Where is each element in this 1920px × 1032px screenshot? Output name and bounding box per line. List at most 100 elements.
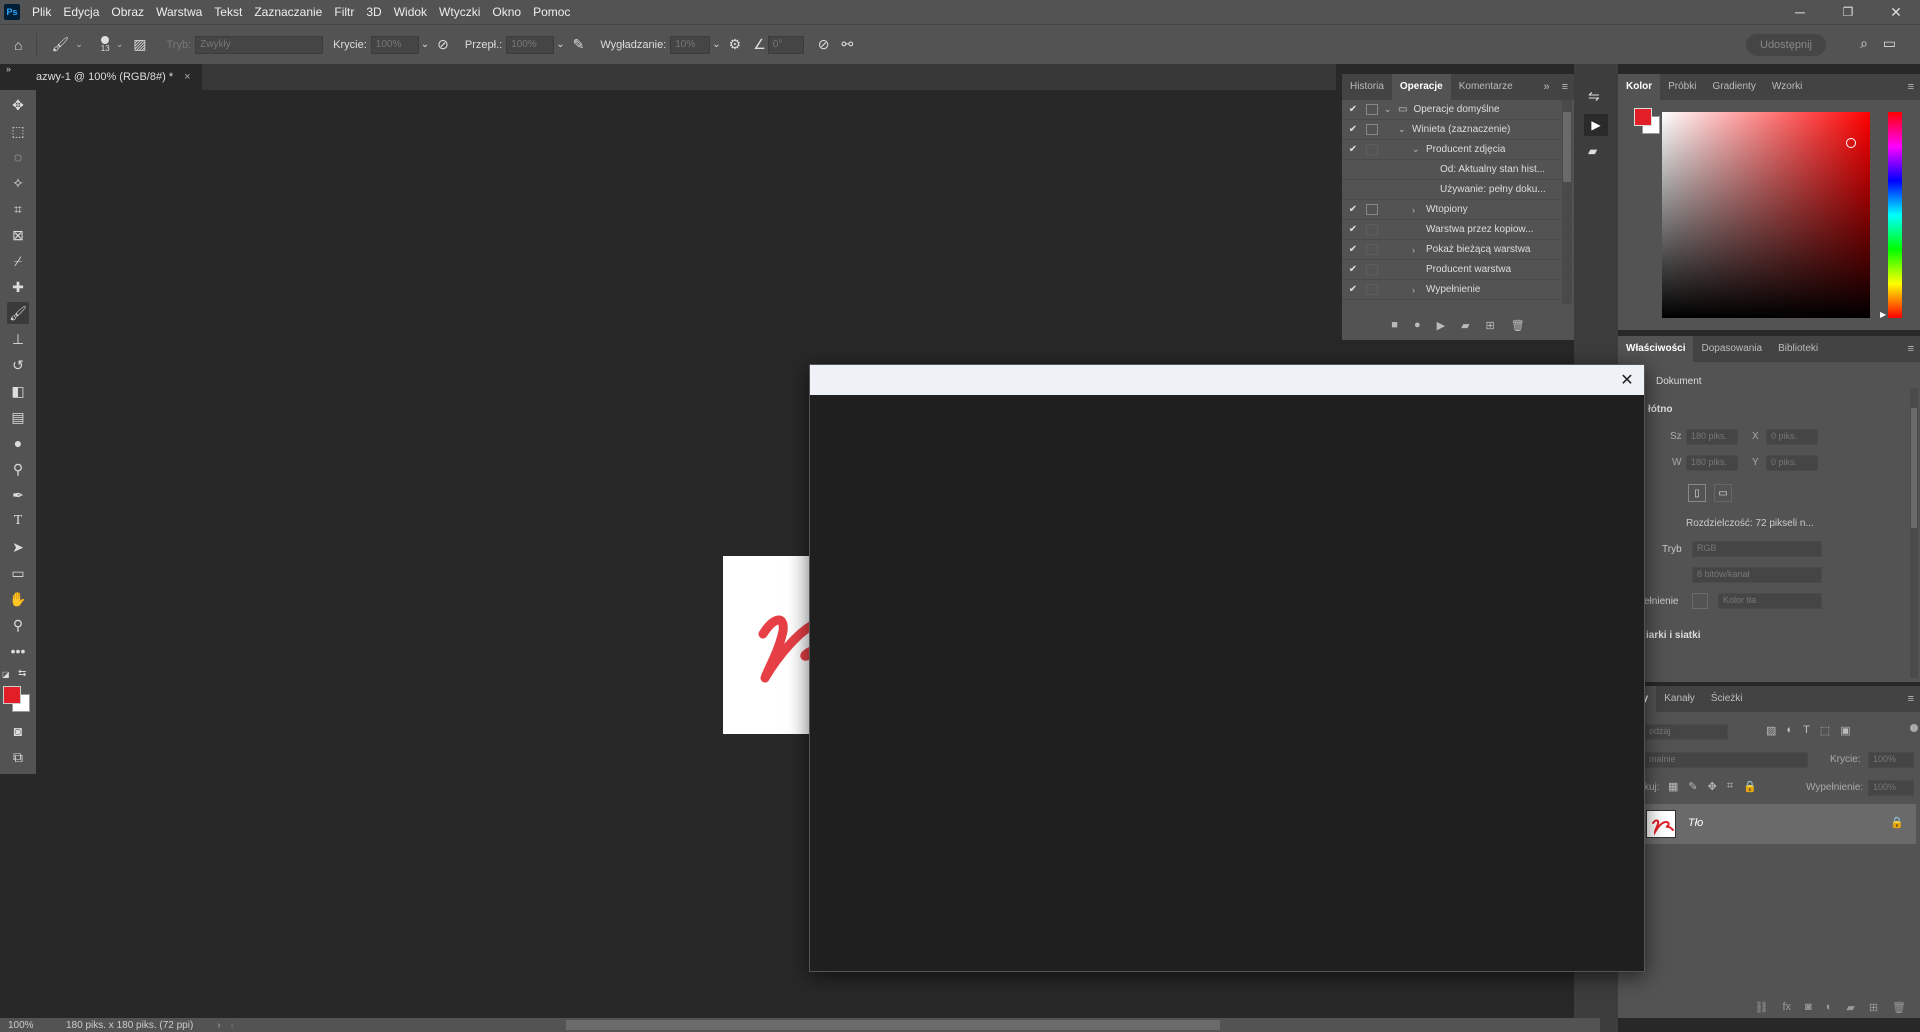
gear-icon[interactable]: ⚙ bbox=[729, 36, 742, 53]
panel-menu-icon[interactable]: ≡ bbox=[1556, 81, 1574, 93]
dialog-toggle-box[interactable] bbox=[1366, 204, 1378, 215]
dodge-tool-icon[interactable]: ⚲ bbox=[7, 458, 29, 480]
expand-panel-icon[interactable]: » bbox=[1537, 81, 1555, 93]
healing-brush-tool-icon[interactable]: ✚ bbox=[7, 276, 29, 298]
pressure-size-icon[interactable]: ⊘ bbox=[818, 36, 830, 53]
y-input[interactable]: 0 piks. bbox=[1766, 455, 1818, 471]
portrait-icon[interactable]: ▯ bbox=[1688, 484, 1706, 502]
color-field[interactable] bbox=[1662, 112, 1870, 318]
foreground-color-swatch[interactable] bbox=[3, 686, 21, 704]
menu-edit[interactable]: Edycja bbox=[57, 0, 105, 24]
expand-arrow-icon[interactable]: ⌄ bbox=[1412, 144, 1426, 155]
filter-kind-select[interactable]: odzaj bbox=[1644, 724, 1728, 740]
zoom-level[interactable]: 100% bbox=[8, 1020, 64, 1031]
delete-icon[interactable]: 🗑 bbox=[1511, 319, 1525, 332]
type-tool-icon[interactable]: T bbox=[7, 510, 29, 532]
dialog-toggle-box[interactable] bbox=[1366, 224, 1378, 235]
lock-artboard-icon[interactable]: ⌗ bbox=[1727, 780, 1733, 793]
search-icon[interactable]: ⌕ bbox=[1860, 35, 1868, 52]
lock-pixels-icon[interactable]: ✎ bbox=[1688, 780, 1697, 793]
lock-all-icon[interactable]: 🔒 bbox=[1743, 780, 1757, 793]
move-tool-icon[interactable]: ✥ bbox=[7, 94, 29, 116]
fill-select[interactable]: Kolor tła bbox=[1718, 593, 1822, 609]
marquee-tool-icon[interactable]: ⬚ bbox=[7, 120, 29, 142]
menu-3d[interactable]: 3D bbox=[360, 0, 387, 24]
dialog-close-icon[interactable]: ✕ bbox=[1616, 369, 1638, 391]
chevron-down-icon[interactable]: ⌄ bbox=[75, 39, 83, 50]
new-action-icon[interactable]: ⊞ bbox=[1486, 319, 1495, 332]
menu-image[interactable]: Obraz bbox=[105, 0, 150, 24]
fill-swatch[interactable] bbox=[1692, 593, 1708, 609]
pressure-opacity-icon[interactable]: ⊘ bbox=[437, 36, 449, 53]
lock-transparency-icon[interactable]: ▦ bbox=[1668, 780, 1678, 793]
actions-scrollbar[interactable] bbox=[1562, 100, 1572, 304]
tab-color[interactable]: Kolor bbox=[1618, 74, 1661, 100]
add-mask-icon[interactable]: ◙ bbox=[1805, 1001, 1812, 1013]
eraser-tool-icon[interactable]: ◧ bbox=[7, 380, 29, 402]
height-input[interactable]: 180 piks. bbox=[1686, 455, 1738, 471]
close-tab-icon[interactable]: × bbox=[184, 71, 190, 83]
tab-adjustments[interactable]: Dopasowania bbox=[1693, 336, 1770, 362]
brush-size-picker[interactable]: 13 bbox=[101, 36, 110, 53]
dialog-toggle-box[interactable] bbox=[1366, 264, 1378, 275]
swap-colors-icon[interactable]: ⇆ bbox=[18, 668, 26, 679]
gradient-tool-icon[interactable]: ▤ bbox=[7, 406, 29, 428]
mode-select[interactable]: RGB bbox=[1692, 541, 1822, 557]
mode-select[interactable]: Zwykły bbox=[195, 35, 324, 54]
menu-type[interactable]: Tekst bbox=[208, 0, 248, 24]
play-icon[interactable]: ▶ bbox=[1437, 319, 1445, 332]
dialog-toggle-box[interactable] bbox=[1366, 284, 1378, 295]
home-icon[interactable]: ⌂ bbox=[14, 37, 22, 53]
tab-properties[interactable]: Właściwości bbox=[1618, 336, 1694, 362]
rectangle-tool-icon[interactable]: ▭ bbox=[7, 562, 29, 584]
image-filter-icon[interactable]: ▨ bbox=[1766, 724, 1776, 737]
action-enabled-check-icon[interactable]: ✔ bbox=[1346, 144, 1360, 155]
tab-history[interactable]: Historia bbox=[1342, 74, 1392, 100]
type-filter-icon[interactable]: T bbox=[1803, 724, 1810, 737]
restore-icon[interactable]: ❐ bbox=[1828, 0, 1868, 24]
lasso-tool-icon[interactable]: ◌ bbox=[7, 146, 29, 168]
panel-menu-icon[interactable]: ≡ bbox=[1902, 693, 1920, 705]
link-layers-icon[interactable]: ⛓ bbox=[1755, 1001, 1769, 1014]
action-enabled-check-icon[interactable]: ✔ bbox=[1346, 204, 1360, 215]
clone-stamp-tool-icon[interactable]: ⊥ bbox=[7, 328, 29, 350]
dialog-toggle-box[interactable] bbox=[1366, 144, 1378, 155]
x-input[interactable]: 0 piks. bbox=[1766, 429, 1818, 445]
dialog-toggle-box[interactable] bbox=[1366, 104, 1378, 115]
smoothing-input[interactable]: 10% bbox=[670, 35, 711, 54]
layer-lock-icon[interactable]: 🔒 bbox=[1890, 816, 1904, 829]
action-row[interactable]: ✔ › Pokaż bieżącą warstwa bbox=[1342, 240, 1574, 260]
hue-slider[interactable] bbox=[1888, 112, 1902, 318]
tab-gradients[interactable]: Gradienty bbox=[1704, 74, 1763, 100]
action-row[interactable]: ✔ ⌄ ▭ Operacje domyślne bbox=[1342, 100, 1574, 120]
landscape-icon[interactable]: ▭ bbox=[1714, 484, 1732, 502]
airbrush-icon[interactable]: ✎ bbox=[573, 36, 585, 53]
new-layer-icon[interactable]: ⊞ bbox=[1869, 1001, 1878, 1014]
history-panel-icon[interactable]: ⇋ bbox=[1588, 88, 1600, 105]
pen-tool-icon[interactable]: ✒ bbox=[7, 484, 29, 506]
scrollbar-thumb[interactable] bbox=[1911, 408, 1917, 528]
expand-arrow-icon[interactable]: ⌄ bbox=[1398, 124, 1412, 135]
brush-tool-preset-icon[interactable]: 🖌 bbox=[51, 36, 69, 53]
lock-position-icon[interactable]: ✥ bbox=[1708, 780, 1717, 793]
chevron-down-icon[interactable]: ⌄ bbox=[712, 39, 720, 50]
action-enabled-check-icon[interactable]: ✔ bbox=[1346, 224, 1360, 235]
panel-menu-icon[interactable]: ≡ bbox=[1902, 81, 1920, 93]
horizontal-scrollbar-thumb[interactable] bbox=[566, 1020, 1220, 1030]
properties-scrollbar[interactable] bbox=[1910, 388, 1918, 678]
expand-arrow-icon[interactable]: › bbox=[1412, 205, 1426, 215]
quick-mask-icon[interactable]: ◙ bbox=[7, 720, 29, 742]
bit-depth-select[interactable]: 8 bitów/kanał bbox=[1692, 567, 1822, 583]
expand-arrow-icon[interactable]: ⌄ bbox=[1384, 104, 1398, 115]
action-row[interactable]: ✔ ⌄ Winieta (zaznaczenie) bbox=[1342, 120, 1574, 140]
action-row[interactable]: ✔ Producent warstwa bbox=[1342, 260, 1574, 280]
panel-menu-icon[interactable]: ≡ bbox=[1902, 343, 1920, 355]
symmetry-icon[interactable]: ⚯ bbox=[842, 36, 854, 53]
adjustment-filter-icon[interactable]: ◐ bbox=[1786, 724, 1793, 737]
comments-panel-icon[interactable]: ▰ bbox=[1588, 144, 1597, 158]
document-tab[interactable]: azwy-1 @ 100% (RGB/8#) * × bbox=[36, 64, 202, 90]
magic-wand-tool-icon[interactable]: ✧ bbox=[7, 172, 29, 194]
width-input[interactable]: 180 piks. bbox=[1686, 429, 1738, 445]
chevron-down-icon[interactable]: ⌄ bbox=[556, 39, 564, 50]
color-fg-swatch[interactable] bbox=[1634, 108, 1652, 126]
